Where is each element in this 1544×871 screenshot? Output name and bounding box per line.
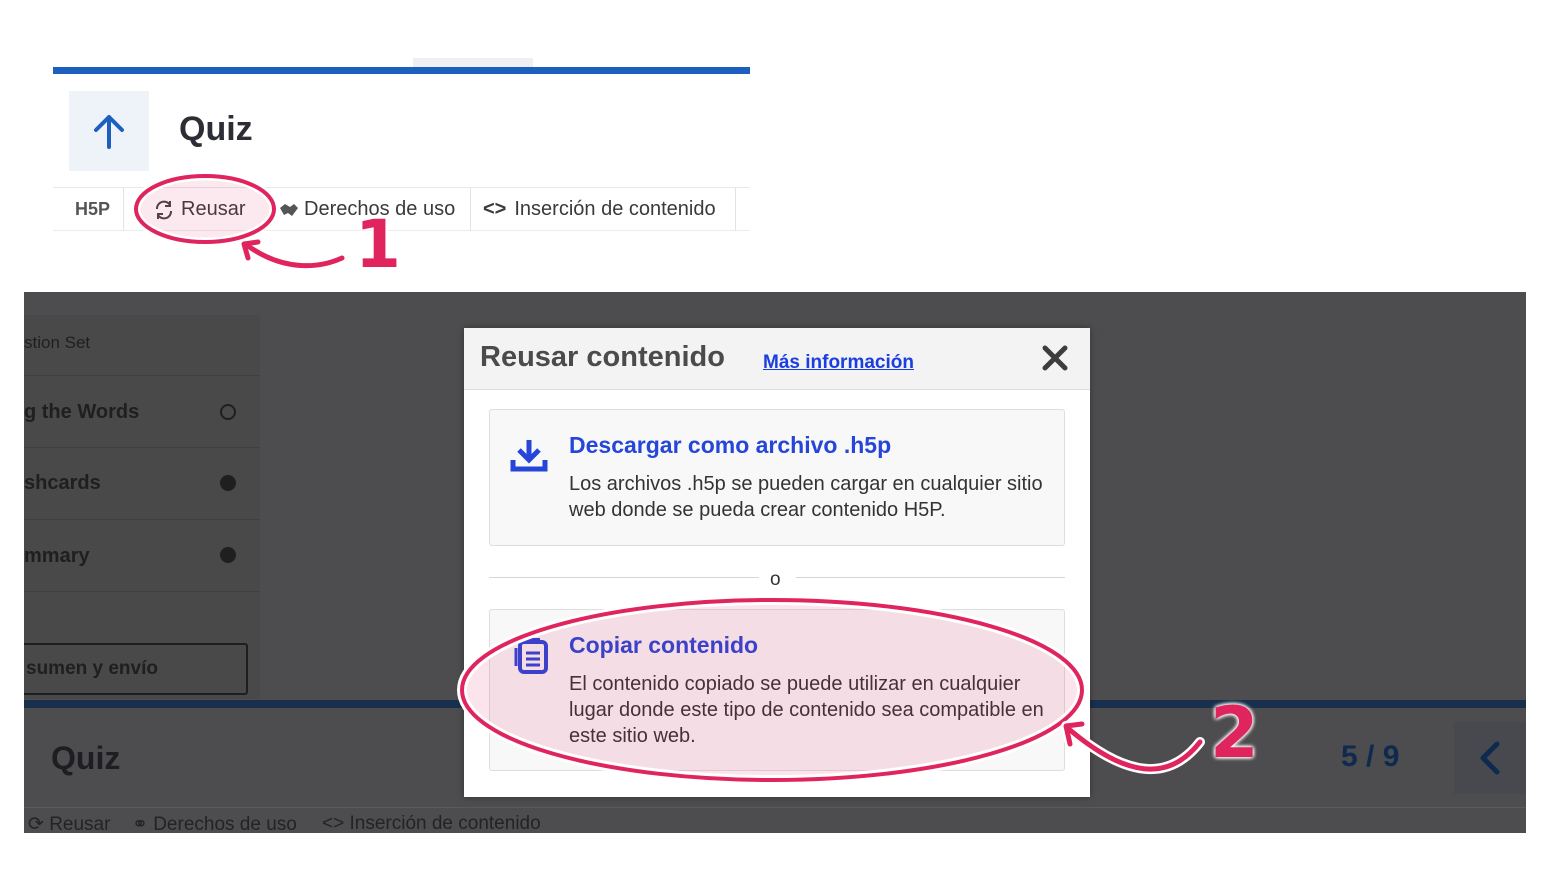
sidebar-item-question-set: stion Set [24,333,91,352]
copy-option[interactable]: Copiar contenido El contenido copiado se… [489,609,1065,771]
copy-option-title: Copiar contenido [569,632,759,658]
h5p-logo: H5P [75,199,111,219]
code-icon: <> [483,198,507,220]
tutorial-screenshot: Quiz H5P Reusar Derechos de uso <> Inser… [0,0,1544,871]
code-icon: <> [322,813,350,833]
sidebar-item-flashcards: shcards [24,472,101,494]
reuse-label: Reusar [181,198,246,220]
embed-button[interactable]: <> Inserción de contenido [483,188,716,231]
download-option-description: Los archivos .h5p se pueden cargar en cu… [569,473,1043,521]
copy-option-description: El contenido copiado se puede utilizar e… [569,673,1044,747]
handshake-icon: ⚭ [132,814,154,833]
question-sidebar: stion Set g the Words shcards mmary sume… [24,315,260,699]
footer-embed-button[interactable]: <> Inserción de contenido [322,813,541,833]
rights-label: Derechos de uso [304,198,456,220]
download-icon [510,440,548,472]
chevron-left-icon [1480,741,1500,775]
footer-reuse-button[interactable]: ⟳ Reusar [28,813,110,833]
more-info-link[interactable]: Más información [763,352,914,374]
arrow-up-icon [94,115,124,149]
sidebar-item-summary: mmary [24,545,90,567]
back-to-top-button[interactable] [69,91,149,171]
summary-submit-button[interactable]: sumen y envío [24,643,248,695]
progress-bar [53,67,750,74]
sidebar-item-words: g the Words [24,401,140,423]
footer-reuse-label: Reusar [49,814,111,833]
clipboard-icon [514,638,548,674]
page-counter: 5 / 9 [1341,740,1400,773]
or-divider: o [770,569,781,590]
status-filled-icon [220,547,236,563]
footer-rights-label: Derechos de uso [153,814,297,833]
h5p-actions-bar: H5P Reusar Derechos de uso <> Inserción … [53,187,750,231]
refresh-icon [156,200,172,219]
download-option-title: Descargar como archivo .h5p [569,432,892,458]
refresh-icon: ⟳ [28,814,50,833]
footer-embed-label: Inserción de contenido [349,813,541,833]
close-icon [1042,345,1068,371]
close-button[interactable] [1039,342,1071,374]
quiz-title: Quiz [179,110,253,148]
rights-of-use-button[interactable]: Derechos de uso [278,188,455,231]
progress-track [53,58,750,74]
handshake-icon [280,203,298,216]
footer-rights-button[interactable]: ⚭ Derechos de uso [132,813,297,833]
reuse-content-dialog: Reusar contenido Más información Descarg… [464,328,1090,797]
dialog-title: Reusar contenido [480,341,725,373]
footer-quiz-title: Quiz [51,740,121,776]
quiz-header-panel: Quiz H5P Reusar Derechos de uso <> Inser… [53,58,750,232]
download-option[interactable]: Descargar como archivo .h5p Los archivos… [489,409,1065,546]
embed-label: Inserción de contenido [514,198,716,220]
status-filled-icon [220,475,236,491]
dialog-header: Reusar contenido Más información [464,328,1090,390]
status-empty-icon [220,404,236,420]
previous-button[interactable] [1454,722,1526,794]
reuse-button[interactable]: Reusar [153,188,245,231]
